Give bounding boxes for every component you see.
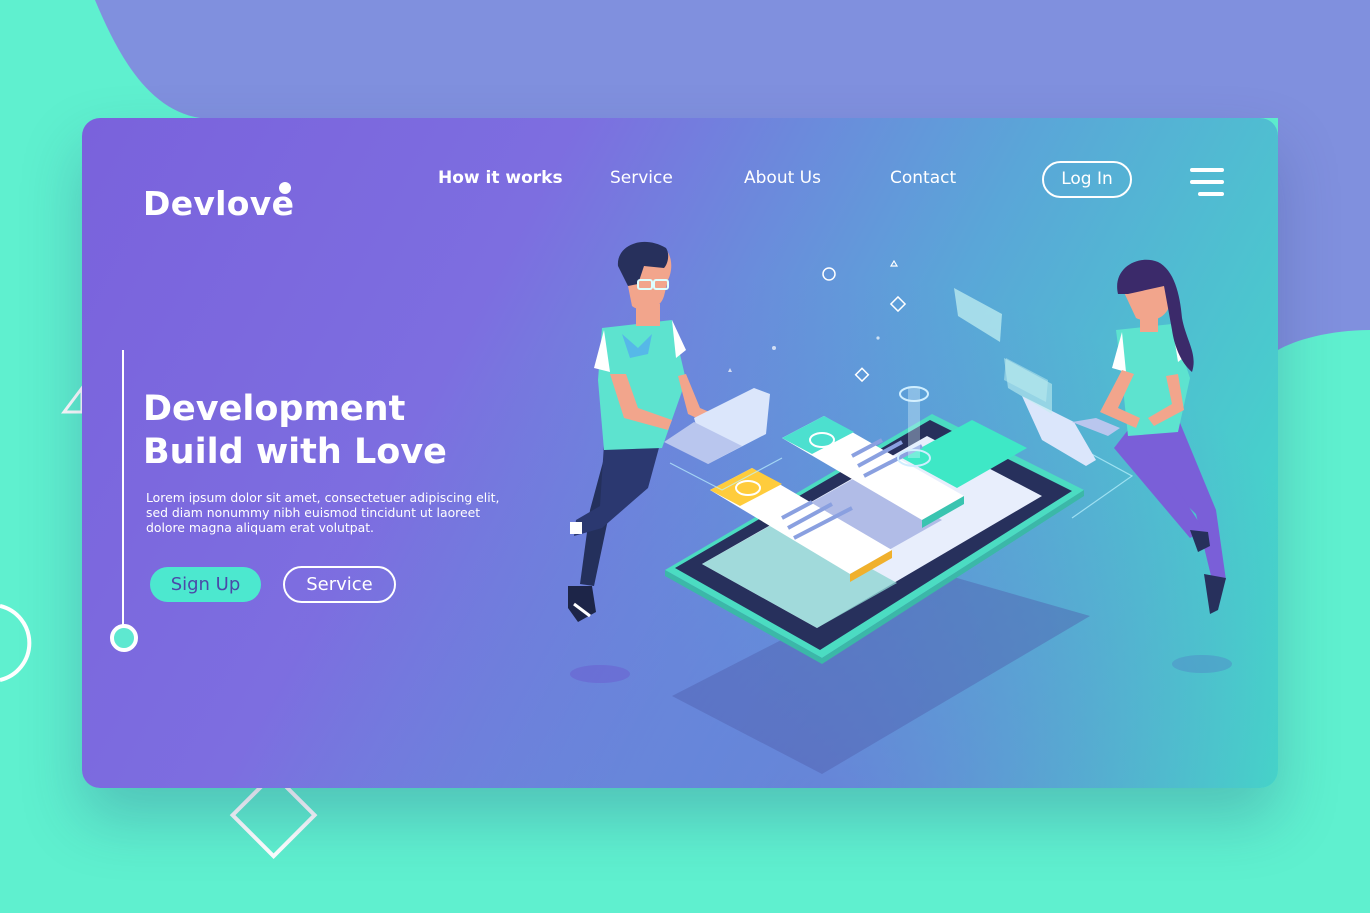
brand-logo[interactable]: Devlove	[143, 184, 294, 223]
nav-how-it-works[interactable]: How it works	[438, 168, 563, 190]
logo-dot-icon	[279, 182, 291, 194]
menu-icon[interactable]	[1190, 168, 1224, 196]
nav-service[interactable]: Service	[610, 168, 673, 190]
hero-card: Devlove How it works Service About Us Co…	[82, 118, 1278, 788]
description-line-2: sed diam nonummy nibh euismod tincidunt …	[146, 505, 481, 520]
slider-knob-icon[interactable]	[110, 624, 138, 652]
headline-line-2: Build with Love	[143, 432, 447, 472]
sign-up-button[interactable]: Sign Up	[150, 567, 261, 602]
scroll-indicator-line	[122, 350, 124, 632]
service-button[interactable]: Service	[283, 566, 396, 603]
circle-outline-icon	[0, 604, 32, 682]
description-line-3: dolore magna aliquam erat volutpat.	[146, 520, 374, 535]
background-blob	[95, 0, 1370, 118]
background-blob-right	[1278, 118, 1370, 350]
triangle-outline-icon	[61, 383, 84, 414]
nav-contact[interactable]: Contact	[890, 168, 956, 190]
nav-about-us[interactable]: About Us	[744, 168, 821, 190]
woman-laptop	[1022, 396, 1096, 466]
hero-headline: Development Build with Love	[143, 388, 447, 474]
description-line-1: Lorem ipsum dolor sit amet, consectetuer…	[146, 490, 500, 505]
login-button[interactable]: Log In	[1042, 161, 1132, 198]
headline-line-1: Development	[143, 389, 406, 429]
hero-description: Lorem ipsum dolor sit amet, consectetuer…	[146, 490, 526, 535]
